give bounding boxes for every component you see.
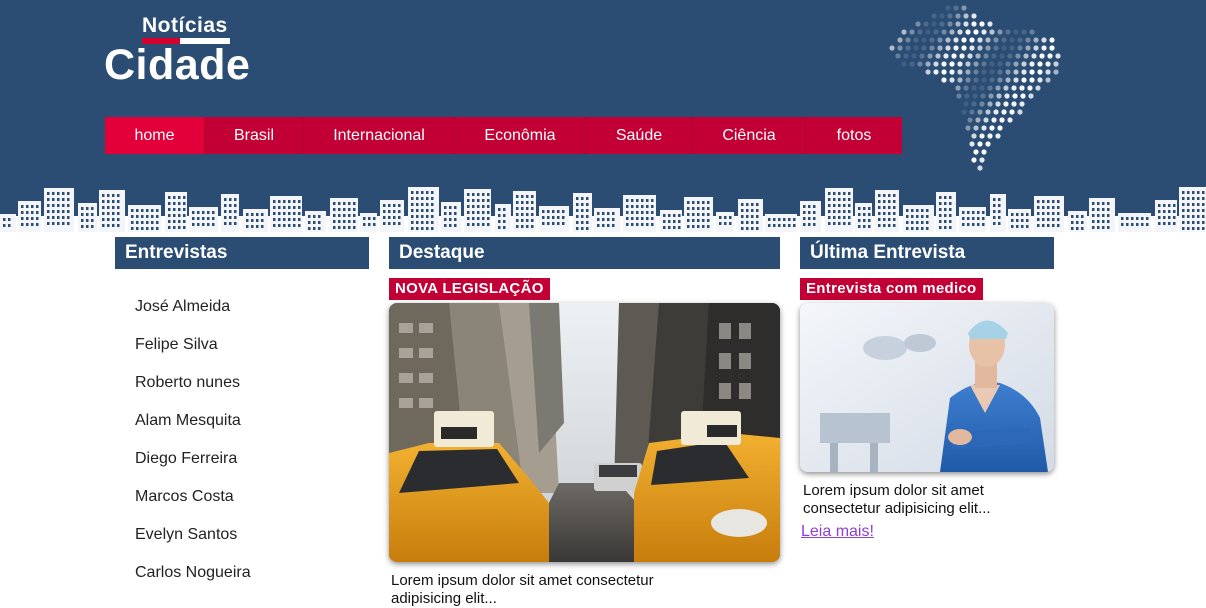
site-header: Notícias Cidade home Brasil Internaciona… <box>0 0 1206 232</box>
list-item[interactable]: Diego Ferreira <box>135 440 251 478</box>
list-item[interactable]: Carlos Nogueira <box>135 554 251 592</box>
nav-item-saude[interactable]: Saúde <box>586 117 693 154</box>
nav-item-home[interactable]: home <box>105 117 205 154</box>
list-item[interactable]: José Almeida <box>135 288 251 326</box>
doctor-photo[interactable] <box>800 303 1054 472</box>
entrevistas-list: José Almeida Felipe Silva Roberto nunes … <box>135 288 251 592</box>
brazil-map-icon <box>889 5 1061 171</box>
city-skyline-icon <box>0 187 1206 232</box>
list-item[interactable]: Felipe Silva <box>135 326 251 364</box>
site-logo[interactable]: Notícias Cidade <box>104 12 264 92</box>
entrevistas-heading: Entrevistas <box>115 237 369 269</box>
logo-main-text: Cidade <box>104 41 251 89</box>
doctor-icon <box>800 303 1054 472</box>
read-more-link[interactable]: Leia mais! <box>801 523 874 541</box>
list-item[interactable]: Evelyn Santos <box>135 516 251 554</box>
nav-item-economia[interactable]: Econômia <box>455 117 586 154</box>
main-nav: home Brasil Internacional Econômia Saúde… <box>105 117 902 154</box>
city-taxi-icon <box>389 303 780 562</box>
destaque-tag: NOVA LEGISLAÇÃO <box>389 278 550 300</box>
ultima-entrevista-heading: Última Entrevista <box>800 237 1054 269</box>
destaque-heading: Destaque <box>389 237 780 269</box>
nav-item-ciencia[interactable]: Ciência <box>693 117 806 154</box>
nav-item-internacional[interactable]: Internacional <box>304 117 455 154</box>
list-item[interactable]: Marcos Costa <box>135 478 251 516</box>
nav-item-fotos[interactable]: fotos <box>806 117 902 154</box>
list-item[interactable]: Roberto nunes <box>135 364 251 402</box>
ultima-entrevista-summary: Lorem ipsum dolor sit amet consectetur a… <box>803 482 991 517</box>
logo-top-text: Notícias <box>142 14 228 37</box>
ultima-entrevista-tag: Entrevista com medico <box>800 278 983 300</box>
list-item[interactable]: Alam Mesquita <box>135 402 251 440</box>
nav-item-brasil[interactable]: Brasil <box>205 117 304 154</box>
city-taxi-photo[interactable] <box>389 303 780 562</box>
